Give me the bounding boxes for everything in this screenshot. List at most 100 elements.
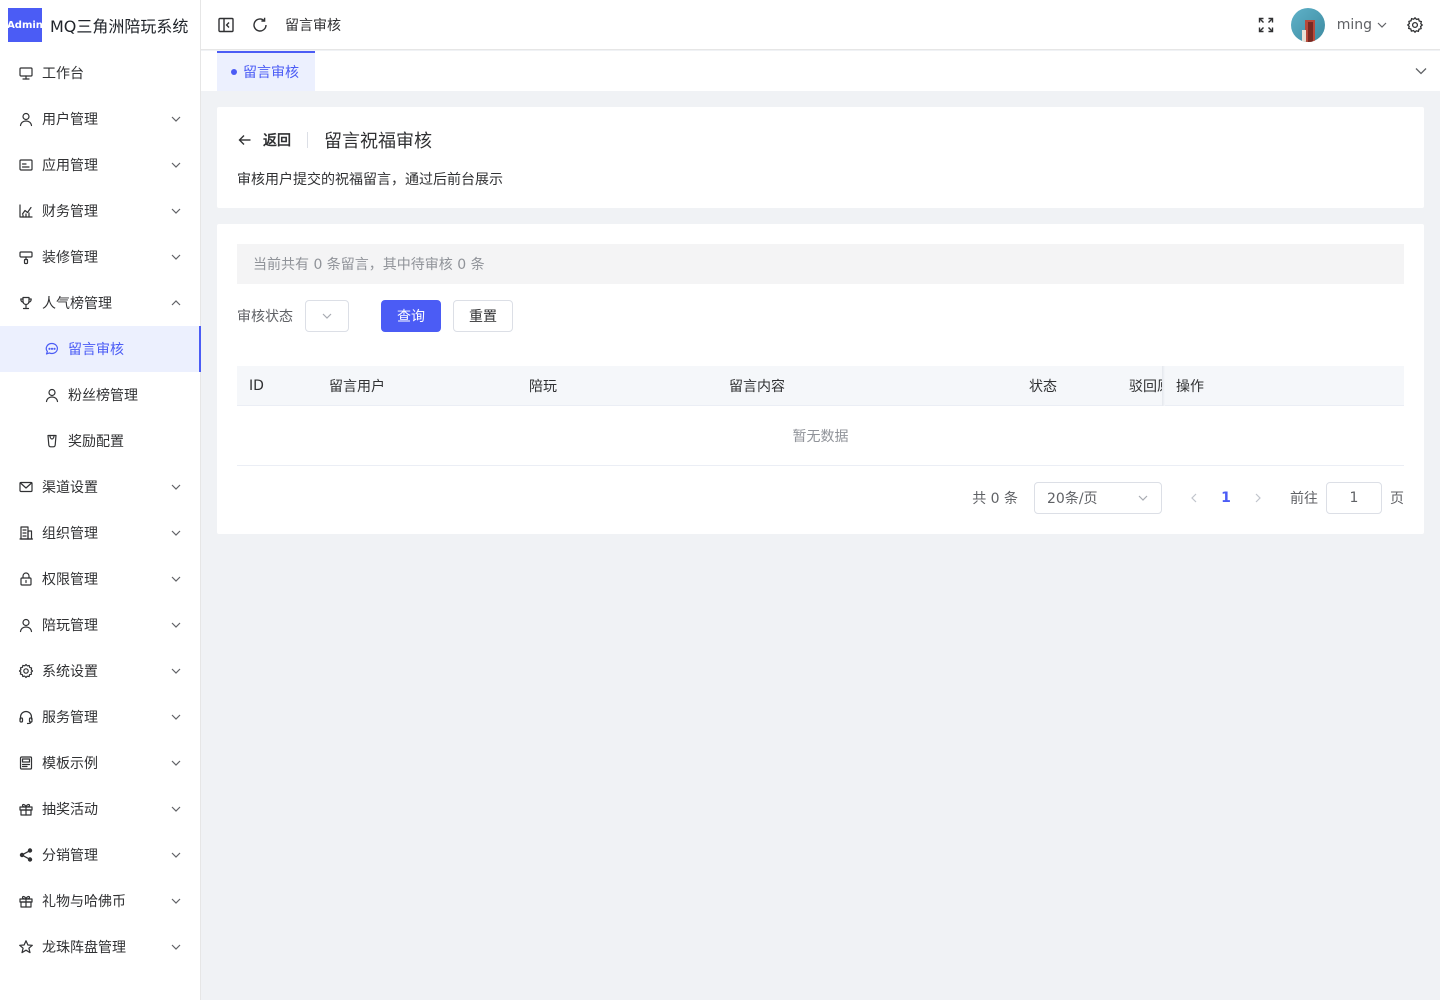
chevron-down-icon — [170, 159, 182, 171]
page-size-select[interactable]: 20条/页 — [1034, 482, 1162, 514]
sidebar-item-label: 服务管理 — [42, 710, 98, 726]
sidebar-item-label: 应用管理 — [42, 158, 98, 174]
active-dot — [231, 69, 237, 75]
chevron-down-icon — [170, 803, 182, 815]
table-header: ID 留言用户 陪玩 留言内容 状态 驳回原因 操作 — [237, 366, 1404, 406]
pagination: 共 0 条 20条/页 1 前往 页 — [972, 482, 1404, 514]
chevron-down-icon — [170, 941, 182, 953]
building-icon — [18, 525, 34, 541]
refresh-icon[interactable] — [251, 16, 269, 34]
settings-gear-icon[interactable] — [1406, 16, 1424, 34]
column-header-actions: 操作 — [1176, 379, 1204, 395]
sidebar-item-17[interactable]: 分销管理 — [0, 832, 200, 878]
sidebar-item-label: 粉丝榜管理 — [68, 388, 138, 404]
sidebar-item-label: 陪玩管理 — [42, 618, 98, 634]
tabs-dropdown-icon[interactable] — [1414, 64, 1428, 78]
sidebar-item-19[interactable]: 龙珠阵盘管理 — [0, 924, 200, 970]
mug-icon — [44, 433, 60, 449]
username[interactable]: ming — [1337, 17, 1372, 33]
sidebar-item-label: 分销管理 — [42, 848, 98, 864]
page-header: 返回 留言祝福审核 — [237, 129, 432, 152]
tab-message-review[interactable]: 留言审核 — [217, 51, 315, 91]
chevron-down-icon — [170, 573, 182, 585]
chevron-down-icon — [170, 711, 182, 723]
sidebar-item-label: 渠道设置 — [42, 480, 98, 496]
submenu-item-8[interactable]: 奖励配置 — [0, 418, 200, 464]
submenu-item-7[interactable]: 粉丝榜管理 — [0, 372, 200, 418]
divider — [307, 132, 308, 148]
column-header-id: ID — [249, 378, 264, 394]
chevron-down-icon[interactable] — [1376, 19, 1388, 31]
collapse-sidebar-icon[interactable] — [217, 16, 235, 34]
chevron-down-icon — [170, 895, 182, 907]
sidebar-item-14[interactable]: 服务管理 — [0, 694, 200, 740]
sidebar-item-12[interactable]: 陪玩管理 — [0, 602, 200, 648]
chevron-down-icon — [170, 849, 182, 861]
sidebar-item-5[interactable]: 人气榜管理 — [0, 280, 200, 326]
chart-icon — [18, 203, 34, 219]
column-header-reject-reason: 驳回原因 — [1129, 379, 1163, 395]
sidebar-item-0[interactable]: 工作台 — [0, 50, 200, 96]
app-card-icon — [18, 157, 34, 173]
mail-icon — [18, 479, 34, 495]
arrow-left-icon[interactable] — [237, 132, 253, 148]
back-button[interactable]: 返回 — [263, 130, 291, 150]
chevron-down-icon — [170, 481, 182, 493]
sidebar-item-1[interactable]: 用户管理 — [0, 96, 200, 142]
sidebar-item-16[interactable]: 抽奖活动 — [0, 786, 200, 832]
sidebar-item-18[interactable]: 礼物与哈佛币 — [0, 878, 200, 924]
page-number[interactable]: 1 — [1210, 482, 1242, 514]
user-icon — [44, 387, 60, 403]
search-button[interactable]: 查询 — [381, 300, 441, 332]
breadcrumb: 留言审核 — [285, 17, 341, 34]
avatar[interactable] — [1290, 8, 1325, 42]
tabs-bar: 留言审核 — [201, 51, 1440, 91]
sidebar-item-4[interactable]: 装修管理 — [0, 234, 200, 280]
chevron-down-icon — [170, 665, 182, 677]
table-empty: 暂无数据 — [237, 406, 1404, 466]
sidebar-item-label: 装修管理 — [42, 250, 98, 266]
sidebar-item-2[interactable]: 应用管理 — [0, 142, 200, 188]
user-icon — [18, 617, 34, 633]
prev-page-button[interactable] — [1178, 482, 1210, 514]
jump-suffix: 页 — [1390, 491, 1404, 507]
trophy-icon — [18, 295, 34, 311]
sidebar-item-15[interactable]: 模板示例 — [0, 740, 200, 786]
app-title: MQ三角洲陪玩系统 — [50, 17, 189, 36]
gear-icon — [18, 663, 34, 679]
sidebar-item-10[interactable]: 组织管理 — [0, 510, 200, 556]
fixed-column-shadow — [1162, 366, 1165, 406]
chevron-right-icon — [1255, 493, 1261, 503]
header-right: ming — [1257, 0, 1424, 50]
jump-page-input[interactable] — [1326, 482, 1382, 514]
chevron-down-icon — [170, 527, 182, 539]
chevron-up-icon — [170, 297, 182, 309]
sidebar-item-11[interactable]: 权限管理 — [0, 556, 200, 602]
fullscreen-icon[interactable] — [1257, 16, 1275, 34]
chevron-down-icon — [170, 251, 182, 263]
page-size-value: 20条/页 — [1047, 491, 1098, 507]
filter-form: 审核状态 查询 重置 — [237, 300, 513, 332]
tab-label: 留言审核 — [243, 65, 299, 81]
next-page-button[interactable] — [1242, 482, 1274, 514]
top-header: 留言审核 ming — [201, 0, 1440, 50]
share-icon — [18, 847, 34, 863]
column-header-status: 状态 — [1029, 379, 1057, 395]
jump-label: 前往 — [1290, 491, 1318, 507]
page-description: 审核用户提交的祝福留言，通过后前台展示 — [237, 172, 503, 188]
sidebar-item-13[interactable]: 系统设置 — [0, 648, 200, 694]
sidebar-item-9[interactable]: 渠道设置 — [0, 464, 200, 510]
star-icon — [18, 939, 34, 955]
sidebar-item-label: 权限管理 — [42, 572, 98, 588]
gift-icon — [18, 893, 34, 909]
sidebar-item-3[interactable]: 财务管理 — [0, 188, 200, 234]
reset-button[interactable]: 重置 — [453, 300, 513, 332]
sidebar-item-label: 系统设置 — [42, 664, 98, 680]
chevron-down-icon — [170, 619, 182, 631]
column-header-content: 留言内容 — [729, 379, 785, 395]
submenu-item-6[interactable]: 留言审核 — [0, 326, 201, 372]
status-select[interactable] — [305, 300, 349, 332]
sidebar-item-label: 抽奖活动 — [42, 802, 98, 818]
sidebar-menu: 工作台 用户管理应用管理财务管理装修管理人气榜管理 留言审核粉丝榜管理奖励配置渠道设… — [0, 50, 201, 970]
template-icon — [18, 755, 34, 771]
